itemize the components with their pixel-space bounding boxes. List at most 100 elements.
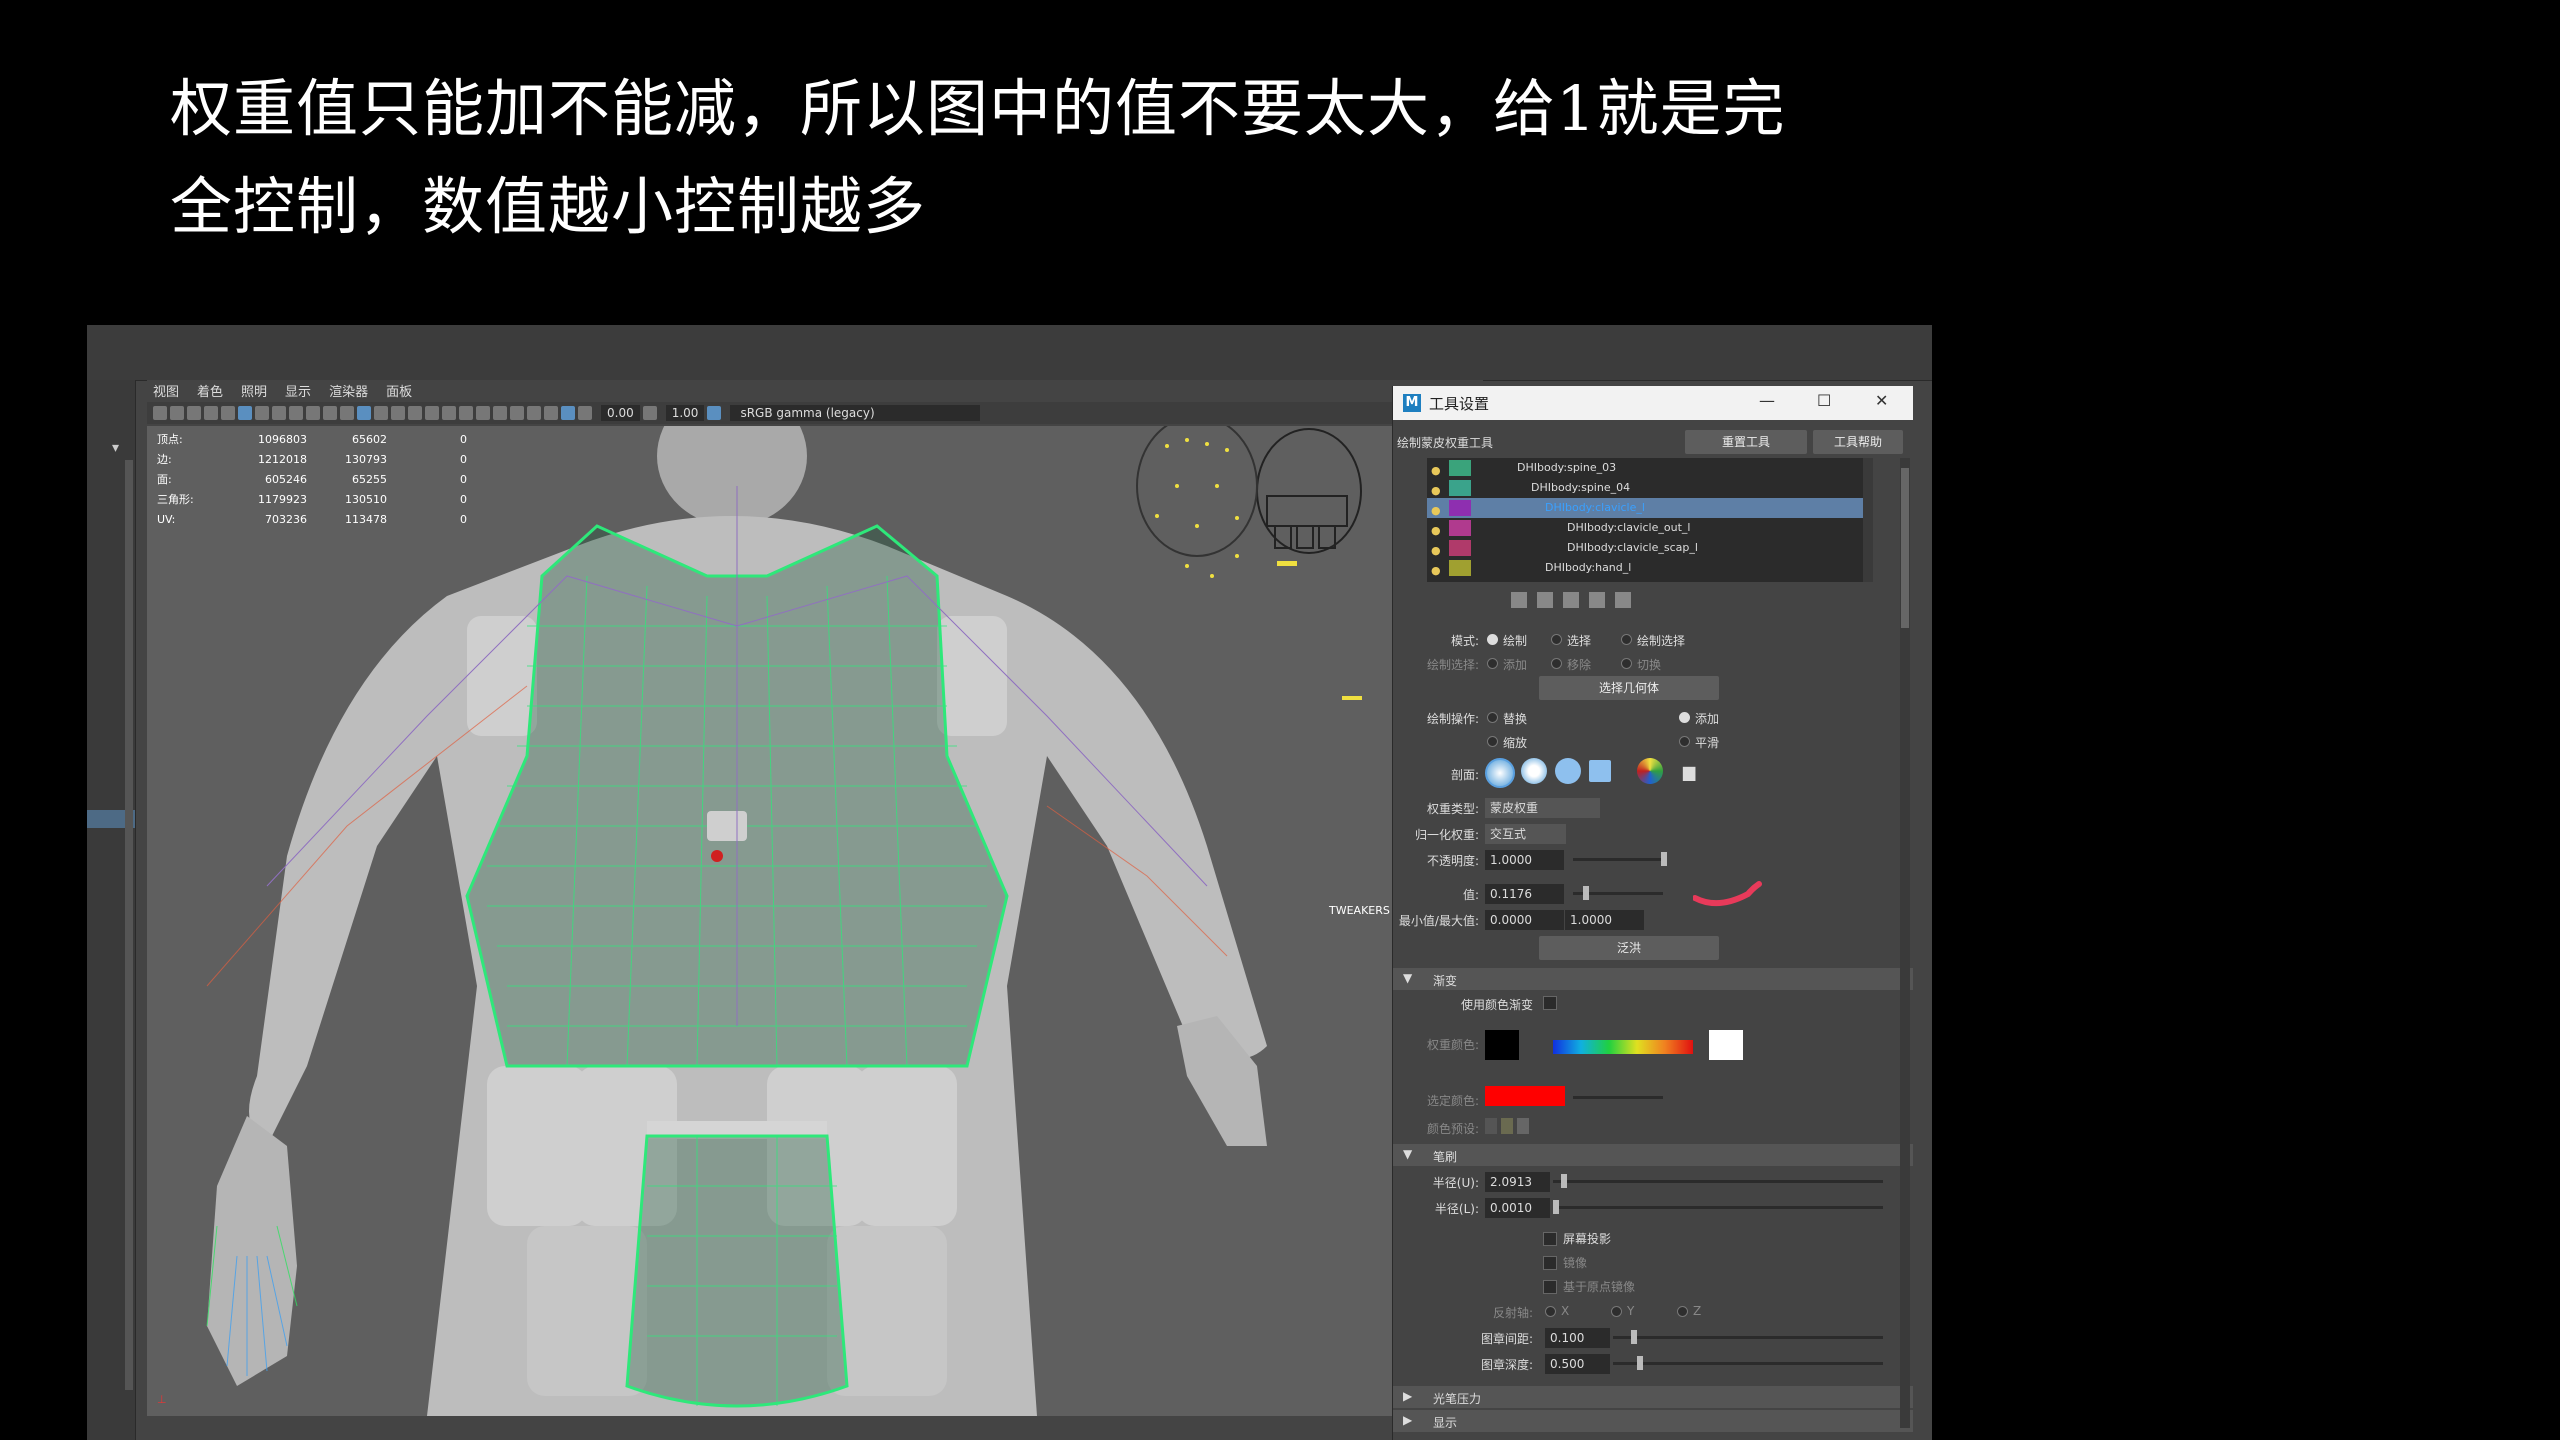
- menu-renderer[interactable]: 渲染器: [329, 381, 368, 400]
- field-chart-icon[interactable]: [289, 406, 303, 420]
- paint-select-add-radio[interactable]: [1487, 658, 1498, 669]
- close-icon[interactable]: ✕: [1875, 391, 1888, 410]
- preset-swatch-2[interactable]: [1501, 1118, 1513, 1134]
- filter-icon[interactable]: [1615, 592, 1631, 608]
- mode-paint-radio[interactable]: [1487, 634, 1498, 645]
- folder-icon[interactable]: ▆: [1683, 762, 1695, 781]
- list-item-selected[interactable]: ● DHIbody:clavicle_l: [1427, 498, 1863, 518]
- opacity-field[interactable]: 1.0000: [1485, 850, 1564, 870]
- radius-l-slider-handle[interactable]: [1553, 1200, 1559, 1214]
- mirror-checkbox[interactable]: [1543, 1256, 1557, 1270]
- list-item[interactable]: ● DHIbody:spine_04: [1427, 478, 1863, 498]
- selected-color-swatch[interactable]: [1485, 1086, 1565, 1106]
- panel-titlebar[interactable]: M 工具设置 — ☐ ✕: [1393, 386, 1913, 420]
- ambient-occlusion-icon[interactable]: [442, 406, 456, 420]
- stamp-spacing-slider-handle[interactable]: [1631, 1330, 1637, 1344]
- 3d-viewport[interactable]: 顶点: 1096803 65602 0 边: 1212018 130793 0 面: 6052…: [147, 426, 1477, 1416]
- isolate-icon[interactable]: [510, 406, 524, 420]
- stamp-depth-slider[interactable]: [1613, 1362, 1883, 1365]
- lock-camera-icon[interactable]: [170, 406, 184, 420]
- op-add-radio[interactable]: [1679, 712, 1690, 723]
- film-gate-icon[interactable]: [238, 406, 252, 420]
- stamp-depth-slider-handle[interactable]: [1637, 1356, 1643, 1370]
- mirror-origin-checkbox[interactable]: [1543, 1280, 1557, 1294]
- gamma-field[interactable]: 1.00: [665, 405, 705, 421]
- mode-paint-select-radio[interactable]: [1621, 634, 1632, 645]
- pen-pressure-section-header[interactable]: ▶ 光笔压力: [1393, 1386, 1913, 1408]
- exposure-field[interactable]: 0.00: [601, 405, 640, 421]
- xray-joints-icon[interactable]: [544, 406, 558, 420]
- axis-y-radio[interactable]: [1611, 1306, 1622, 1317]
- lights-icon[interactable]: [408, 406, 422, 420]
- shadows-icon[interactable]: [425, 406, 439, 420]
- minimize-icon[interactable]: —: [1759, 391, 1775, 410]
- select-geometry-button[interactable]: 选择几何体: [1539, 676, 1719, 700]
- preset-swatch-1[interactable]: [1485, 1118, 1497, 1134]
- gaussian-brush-icon[interactable]: [1485, 758, 1515, 788]
- menu-lighting[interactable]: 照明: [241, 381, 267, 400]
- stroke-section-header[interactable]: ▼ 笔刷: [1393, 1144, 1913, 1166]
- selected-color-slider[interactable]: [1573, 1096, 1663, 1099]
- pin-icon[interactable]: [1563, 592, 1579, 608]
- stamp-spacing-slider[interactable]: [1613, 1336, 1883, 1339]
- exposure-icon[interactable]: [578, 406, 592, 420]
- xray-components-icon[interactable]: [561, 406, 575, 420]
- image-brush-icon[interactable]: [1637, 758, 1663, 784]
- weight-color-min-swatch[interactable]: [1485, 1030, 1519, 1060]
- menu-show[interactable]: 显示: [285, 381, 311, 400]
- safe-action-icon[interactable]: [306, 406, 320, 420]
- anti-aliasing-icon[interactable]: [476, 406, 490, 420]
- tool-help-button[interactable]: 工具帮助: [1813, 430, 1903, 454]
- wireframe-icon[interactable]: [340, 406, 354, 420]
- default-material-icon[interactable]: [374, 406, 388, 420]
- color-space-dropdown[interactable]: sRGB gamma (legacy): [730, 405, 981, 421]
- xray-icon[interactable]: [527, 406, 541, 420]
- weight-color-ramp[interactable]: [1553, 1040, 1693, 1054]
- list-item[interactable]: ● DHIbody:spine_03: [1427, 458, 1863, 478]
- screen-projection-checkbox[interactable]: [1543, 1232, 1557, 1246]
- textured-icon[interactable]: [391, 406, 405, 420]
- opacity-slider-handle[interactable]: [1661, 852, 1667, 866]
- use-color-ramp-checkbox[interactable]: [1543, 996, 1557, 1010]
- camera-icon[interactable]: [153, 406, 167, 420]
- radius-u-slider[interactable]: [1553, 1180, 1883, 1183]
- panel-scrollbar[interactable]: [1900, 458, 1910, 1428]
- copy-weights-icon[interactable]: [1511, 592, 1527, 608]
- paint-select-remove-radio[interactable]: [1551, 658, 1562, 669]
- solid-brush-icon[interactable]: [1555, 758, 1581, 784]
- menu-shading[interactable]: 着色: [197, 381, 223, 400]
- menu-view[interactable]: 视图: [153, 381, 179, 400]
- value-field[interactable]: 0.1176: [1485, 884, 1564, 904]
- image-plane-icon[interactable]: [204, 406, 218, 420]
- list-item[interactable]: ● DHIbody:hand_l: [1427, 558, 1863, 578]
- smooth-shade-icon[interactable]: [357, 406, 371, 420]
- radius-l-field[interactable]: 0.0010: [1485, 1198, 1550, 1218]
- gate-mask-icon[interactable]: [272, 406, 286, 420]
- safe-title-icon[interactable]: [323, 406, 337, 420]
- max-value-field[interactable]: 1.0000: [1565, 910, 1644, 930]
- weight-type-dropdown[interactable]: 蒙皮权重: [1485, 798, 1600, 818]
- list-item[interactable]: ● DHIbody:clavicle_scap_l: [1427, 538, 1863, 558]
- stamp-spacing-field[interactable]: 0.100: [1545, 1328, 1610, 1348]
- menu-panels[interactable]: 面板: [386, 381, 412, 400]
- color-management-icon[interactable]: [707, 406, 722, 420]
- square-brush-icon[interactable]: [1589, 760, 1611, 782]
- min-value-field[interactable]: 0.0000: [1485, 910, 1564, 930]
- axis-x-radio[interactable]: [1545, 1306, 1556, 1317]
- resolution-gate-icon[interactable]: [255, 406, 269, 420]
- normalize-dropdown[interactable]: 交互式: [1485, 824, 1566, 844]
- gradient-section-header[interactable]: ▼ 渐变: [1393, 968, 1913, 990]
- panel-scrollbar-thumb[interactable]: [1901, 468, 1909, 628]
- paint-select-toggle-radio[interactable]: [1621, 658, 1632, 669]
- gamma-icon[interactable]: [642, 406, 657, 420]
- op-replace-radio[interactable]: [1487, 712, 1498, 723]
- opacity-slider[interactable]: [1573, 858, 1663, 861]
- weight-color-max-swatch[interactable]: [1709, 1030, 1743, 1060]
- soft-brush-icon[interactable]: [1521, 758, 1547, 784]
- value-slider-handle[interactable]: [1583, 886, 1589, 900]
- axis-z-radio[interactable]: [1677, 1306, 1688, 1317]
- bookmark-icon[interactable]: [187, 406, 201, 420]
- radius-u-slider-handle[interactable]: [1561, 1174, 1567, 1188]
- op-smooth-radio[interactable]: [1679, 736, 1690, 747]
- maximize-icon[interactable]: ☐: [1817, 391, 1831, 410]
